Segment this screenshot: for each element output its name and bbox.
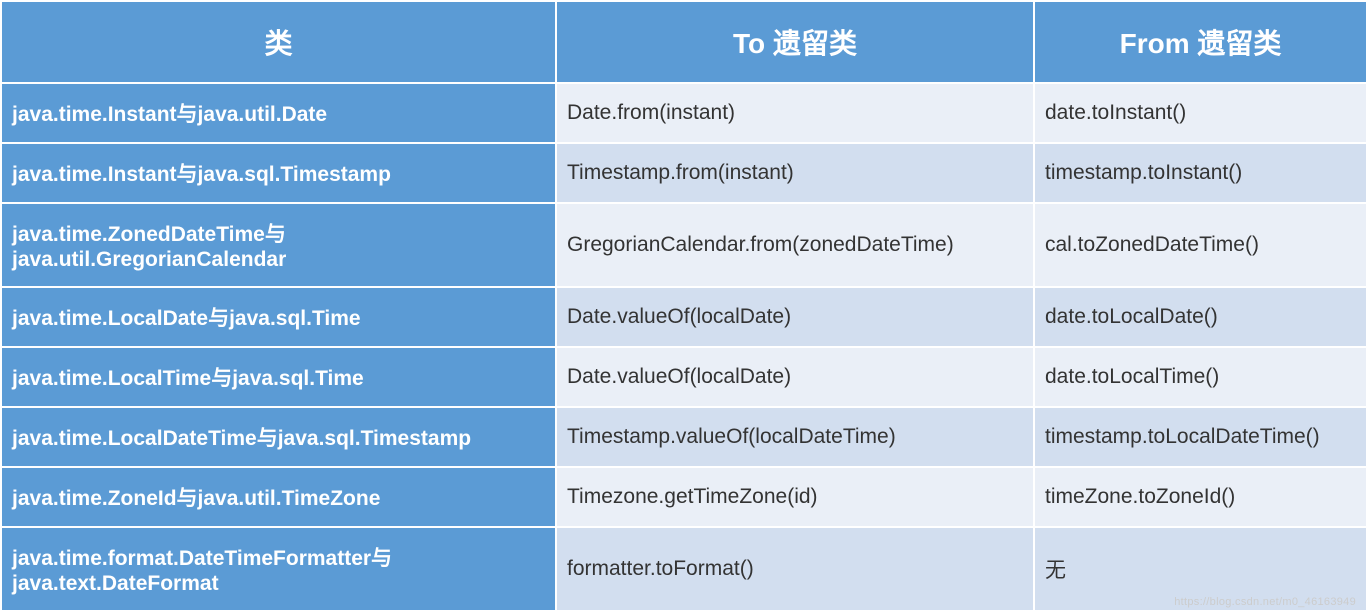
table-row: java.time.LocalDate与java.sql.Time Date.v… — [1, 287, 1366, 347]
cell-to: Date.valueOf(localDate) — [556, 287, 1034, 347]
table-row: java.time.LocalTime与java.sql.Time Date.v… — [1, 347, 1366, 407]
cell-class: java.time.LocalDate与java.sql.Time — [1, 287, 556, 347]
cell-class: java.time.ZoneId与java.util.TimeZone — [1, 467, 556, 527]
watermark-text: https://blog.csdn.net/m0_46163949 — [1174, 596, 1356, 608]
cell-from: date.toLocalDate() — [1034, 287, 1366, 347]
cell-from: timestamp.toLocalDateTime() — [1034, 407, 1366, 467]
table-row: java.time.format.DateTimeFormatter与java.… — [1, 527, 1366, 611]
cell-to: Date.from(instant) — [556, 83, 1034, 143]
cell-to: Date.valueOf(localDate) — [556, 347, 1034, 407]
cell-from: date.toInstant() — [1034, 83, 1366, 143]
cell-class: java.time.format.DateTimeFormatter与java.… — [1, 527, 556, 611]
header-to-legacy: To 遗留类 — [556, 1, 1034, 83]
cell-to: formatter.toFormat() — [556, 527, 1034, 611]
header-from-legacy: From 遗留类 — [1034, 1, 1366, 83]
cell-class: java.time.LocalDateTime与java.sql.Timesta… — [1, 407, 556, 467]
table-row: java.time.Instant与java.util.Date Date.fr… — [1, 83, 1366, 143]
cell-class: java.time.LocalTime与java.sql.Time — [1, 347, 556, 407]
cell-from: timeZone.toZoneId() — [1034, 467, 1366, 527]
java-time-conversion-table: 类 To 遗留类 From 遗留类 java.time.Instant与java… — [0, 0, 1366, 612]
table-row: java.time.ZonedDateTime与java.util.Gregor… — [1, 203, 1366, 287]
cell-class: java.time.ZonedDateTime与java.util.Gregor… — [1, 203, 556, 287]
cell-to: Timestamp.from(instant) — [556, 143, 1034, 203]
cell-from: timestamp.toInstant() — [1034, 143, 1366, 203]
table-row: java.time.LocalDateTime与java.sql.Timesta… — [1, 407, 1366, 467]
cell-class: java.time.Instant与java.sql.Timestamp — [1, 143, 556, 203]
cell-to: Timezone.getTimeZone(id) — [556, 467, 1034, 527]
cell-from: date.toLocalTime() — [1034, 347, 1366, 407]
table-row: java.time.Instant与java.sql.Timestamp Tim… — [1, 143, 1366, 203]
table-row: java.time.ZoneId与java.util.TimeZone Time… — [1, 467, 1366, 527]
cell-to: Timestamp.valueOf(localDateTime) — [556, 407, 1034, 467]
cell-to: GregorianCalendar.from(zonedDateTime) — [556, 203, 1034, 287]
cell-from: cal.toZonedDateTime() — [1034, 203, 1366, 287]
header-class: 类 — [1, 1, 556, 83]
table-header-row: 类 To 遗留类 From 遗留类 — [1, 1, 1366, 83]
cell-class: java.time.Instant与java.util.Date — [1, 83, 556, 143]
